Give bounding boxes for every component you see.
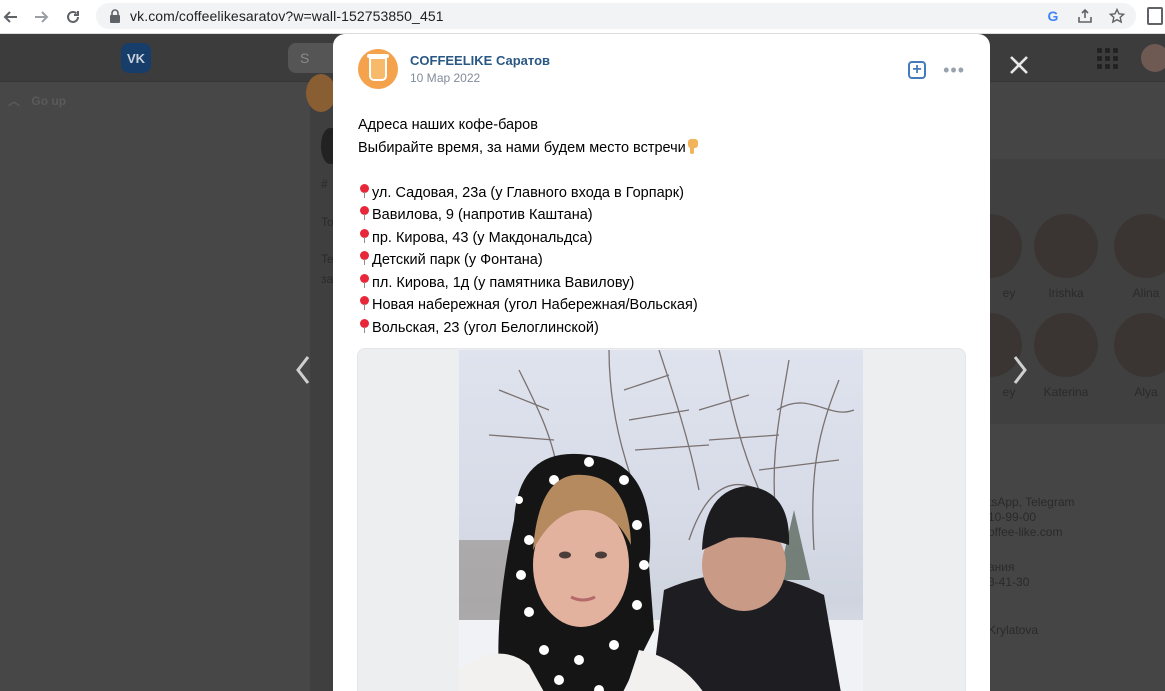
address-item: Детский парк (у Фонтана) [358,249,968,272]
member-avatar [1034,214,1098,278]
address-item: Вавилова, 9 (напротив Каштана) [358,204,968,227]
next-post-arrow[interactable] [1010,352,1030,388]
contact-line: 10-99-00 [988,510,1037,524]
photo-illustration [459,350,863,691]
reload-icon [67,10,79,23]
pushpin-icon [358,295,372,311]
contact-line: 3-41-30 [988,575,1030,589]
address-item: пр. Кирова, 43 (у Макдональдса) [358,227,968,250]
member-avatar [1114,313,1165,377]
address-text: пр. Кирова, 43 (у Макдональдса) [372,229,593,246]
address-text: ул. Садовая, 23а (у Главного входа в Гор… [372,184,684,201]
browser-toolbar: vk.com/coffeelikesaratov?w=wall-15275385… [0,0,1165,34]
post-attachment [357,348,966,691]
member-name: Katerina [1043,385,1089,399]
post-header: COFFEELIKE Саратов 10 Мар 2022 [358,49,550,89]
url-text: vk.com/coffeelikesaratov?w=wall-15275385… [130,8,444,24]
member-item[interactable]: Irishka [1034,214,1098,300]
address-text: Вольская, 23 (угол Белоглинской) [372,319,599,336]
member-item[interactable]: Alina [1114,214,1165,300]
vk-logo[interactable]: VK [121,43,151,73]
address-text: пл. Кирова, 1д (у памятника Вавилову) [372,274,635,291]
contact-line: offee-like.com [988,525,1063,539]
go-up-link[interactable]: ︿ Go up [8,92,66,109]
chevron-right-icon [1013,356,1027,384]
address-bar[interactable]: vk.com/coffeelikesaratov?w=wall-15275385… [96,3,1136,29]
side-panel-icon[interactable] [1147,7,1163,25]
pointing-hand-emoji-icon [687,138,699,155]
arrow-right-icon [35,11,49,23]
chevron-left-icon [296,356,310,384]
post-actions: + ••• [908,61,965,79]
address-item: Новая набережная (угол Набережная/Вольск… [358,294,968,317]
background-feed-column [310,82,334,691]
close-button[interactable] [1004,50,1034,80]
pushpin-icon [358,205,372,221]
community-avatar-bg [306,74,336,112]
lock-icon [106,7,124,25]
arrow-left-icon [3,11,17,23]
address-text: Новая набережная (угол Набережная/Вольск… [372,297,698,313]
chevron-up-icon: ︿ [8,94,21,108]
address-item: Вольская, 23 (угол Белоглинской) [358,317,968,340]
member-name: Alina [1132,286,1160,300]
member-name: Irishka [1048,286,1084,300]
address-text: Вавилова, 9 (напротив Каштана) [372,207,593,223]
member-avatar [1034,313,1098,377]
post-modal: COFFEELIKE Саратов 10 Мар 2022 + ••• Адр… [333,34,990,691]
bg-text-fragment: To [321,215,334,229]
contact-line: ания [988,560,1015,574]
post-subtitle-line: Выбирайте время, за нами будем место вст… [358,137,968,160]
go-up-label: Go up [31,94,67,108]
post-photo[interactable] [459,350,863,691]
share-icon[interactable] [1076,7,1094,25]
coffee-cup-icon [367,54,389,81]
bg-text-fragment: за [321,272,334,286]
pushpin-icon [358,273,372,289]
member-name: Alya [1134,385,1158,399]
bookmark-star-icon[interactable] [1108,7,1126,25]
post-date[interactable]: 10 Мар 2022 [410,71,550,85]
community-avatar[interactable] [358,49,398,89]
close-icon [1010,56,1028,74]
google-icon[interactable]: G [1044,7,1062,25]
reload-button[interactable] [58,2,88,32]
pushpin-icon [358,250,372,266]
add-to-bookmarks-button[interactable]: + [908,61,927,79]
member-avatar [1114,214,1165,278]
pushpin-icon [358,183,372,199]
contact-line: tsApp, Telegram [988,495,1075,509]
address-item: ул. Садовая, 23а (у Главного входа в Гор… [358,182,968,205]
address-item: пл. Кирова, 1д (у памятника Вавилову) [358,272,968,295]
bg-text-fragment: # [321,177,328,191]
apps-grid-icon[interactable] [1097,48,1118,69]
post-text: Адреса наших кофе-баров Выбирайте время,… [358,114,968,339]
member-item[interactable]: Katerina [1034,313,1098,399]
post-meta: COFFEELIKE Саратов 10 Мар 2022 [410,53,550,85]
forward-button[interactable] [26,2,56,32]
pushpin-icon [358,318,372,334]
post-author[interactable]: COFFEELIKE Саратов [410,53,550,68]
user-avatar[interactable] [1141,44,1165,72]
member-item[interactable]: Alya [1114,313,1165,399]
post-title-line: Адреса наших кофе-баров [358,117,538,133]
plus-icon: + [912,61,922,78]
pushpin-icon [358,228,372,244]
bg-text-fragment: Te [321,252,334,266]
previous-post-arrow[interactable] [293,352,313,388]
address-text: Детский парк (у Фонтана) [372,252,543,268]
more-options-button[interactable]: ••• [943,61,965,79]
contact-line: Krylatova [988,623,1039,637]
subtitle-text: Выбирайте время, за нами будем место вст… [358,139,686,156]
back-button[interactable] [0,2,26,32]
